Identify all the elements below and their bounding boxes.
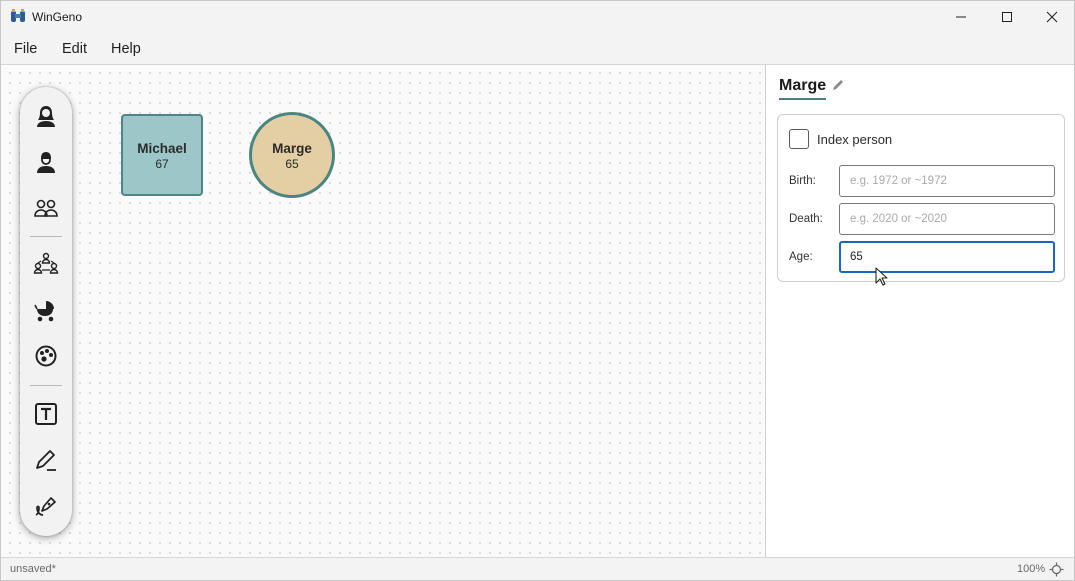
menu-edit[interactable]: Edit	[62, 41, 87, 57]
person-node-male[interactable]: Michael 67	[121, 114, 203, 196]
app-binoculars-icon	[11, 9, 25, 22]
toolbar-separator	[30, 236, 62, 237]
menu-help[interactable]: Help	[111, 41, 141, 57]
death-label: Death:	[789, 213, 823, 225]
status-bar: unsaved* 100%	[1, 557, 1074, 580]
add-male-button[interactable]	[33, 149, 59, 175]
add-family-button[interactable]	[33, 251, 59, 277]
add-couple-button[interactable]	[33, 195, 59, 221]
minimize-icon	[956, 16, 966, 17]
index-person-label[interactable]: Index person	[817, 132, 892, 147]
maximize-button[interactable]	[984, 1, 1030, 32]
signature-icon	[35, 497, 56, 516]
add-female-button[interactable]	[33, 103, 59, 129]
add-female-icon	[37, 106, 55, 127]
properties-panel: Marge Index person Birth: Death: Age:	[767, 65, 1074, 557]
app-window: WinGeno File Edit Help Michael 67 Marge …	[0, 0, 1075, 581]
birth-input[interactable]	[839, 165, 1055, 197]
person-name: Marge	[272, 141, 312, 156]
edit-name-icon[interactable]	[831, 78, 845, 92]
drawing-toolbar	[20, 87, 72, 536]
pen-icon	[36, 450, 56, 471]
age-input[interactable]	[839, 241, 1055, 273]
menu-file[interactable]: File	[14, 41, 37, 57]
minimize-button[interactable]	[938, 1, 984, 32]
menu-bar: File Edit Help	[1, 32, 1074, 65]
save-status: unsaved*	[10, 563, 56, 575]
pedigree-canvas[interactable]	[1, 65, 766, 557]
fit-to-screen-icon[interactable]	[1049, 562, 1064, 577]
person-node-female[interactable]: Marge 65	[249, 112, 335, 198]
add-text-button[interactable]	[33, 401, 59, 427]
pen-button[interactable]	[33, 447, 59, 473]
close-icon	[1046, 11, 1058, 22]
index-person-checkbox[interactable]	[789, 129, 809, 149]
add-family-icon	[33, 252, 59, 274]
signature-button[interactable]	[33, 493, 59, 519]
person-name: Michael	[137, 141, 187, 156]
title-underline	[779, 98, 826, 100]
maximize-icon	[1002, 11, 1012, 22]
text-box-icon	[35, 403, 57, 425]
add-male-icon	[37, 152, 55, 173]
zoom-level: 100%	[1017, 563, 1046, 575]
palette-icon	[35, 345, 57, 367]
panel-title: Marge	[779, 77, 827, 94]
toolbar-separator	[30, 385, 62, 386]
title-bar[interactable]: WinGeno	[1, 1, 1074, 32]
mouse-cursor-icon	[875, 267, 888, 286]
window-title: WinGeno	[32, 10, 83, 24]
death-input[interactable]	[839, 203, 1055, 235]
person-details-group: Index person Birth: Death: Age:	[777, 114, 1065, 282]
birth-label: Birth:	[789, 175, 816, 187]
person-age: 65	[285, 157, 299, 171]
add-couple-icon	[34, 199, 58, 217]
add-child-stroller-icon	[34, 301, 54, 322]
close-button[interactable]	[1029, 1, 1075, 32]
palette-button[interactable]	[33, 343, 59, 369]
age-label: Age:	[789, 251, 813, 263]
add-child-button[interactable]	[33, 297, 59, 323]
person-age: 67	[155, 157, 169, 171]
